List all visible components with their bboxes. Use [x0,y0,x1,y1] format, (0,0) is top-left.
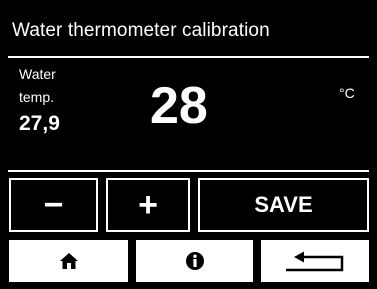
content-divider [8,170,369,172]
info-icon [185,252,204,270]
save-label: SAVE [254,192,313,217]
back-button[interactable] [261,240,369,282]
water-temp-label-line1: Water [19,66,56,82]
home-icon [59,253,78,269]
decrease-button[interactable]: − [9,178,98,232]
temperature-unit: °C [339,85,355,101]
return-arrow-icon [286,251,344,272]
plus-symbol: + [138,186,158,224]
increase-button[interactable]: + [106,178,190,232]
home-button[interactable] [9,240,128,282]
minus-symbol: − [43,186,64,224]
info-button[interactable] [136,240,253,282]
water-temp-label-line2: temp. [19,89,55,105]
calibration-value: 28 [150,77,208,135]
header-divider [8,56,369,58]
measured-temperature: 27,9 [19,112,60,135]
page-title: Water thermometer calibration [12,20,270,41]
save-button[interactable]: SAVE [198,178,369,232]
